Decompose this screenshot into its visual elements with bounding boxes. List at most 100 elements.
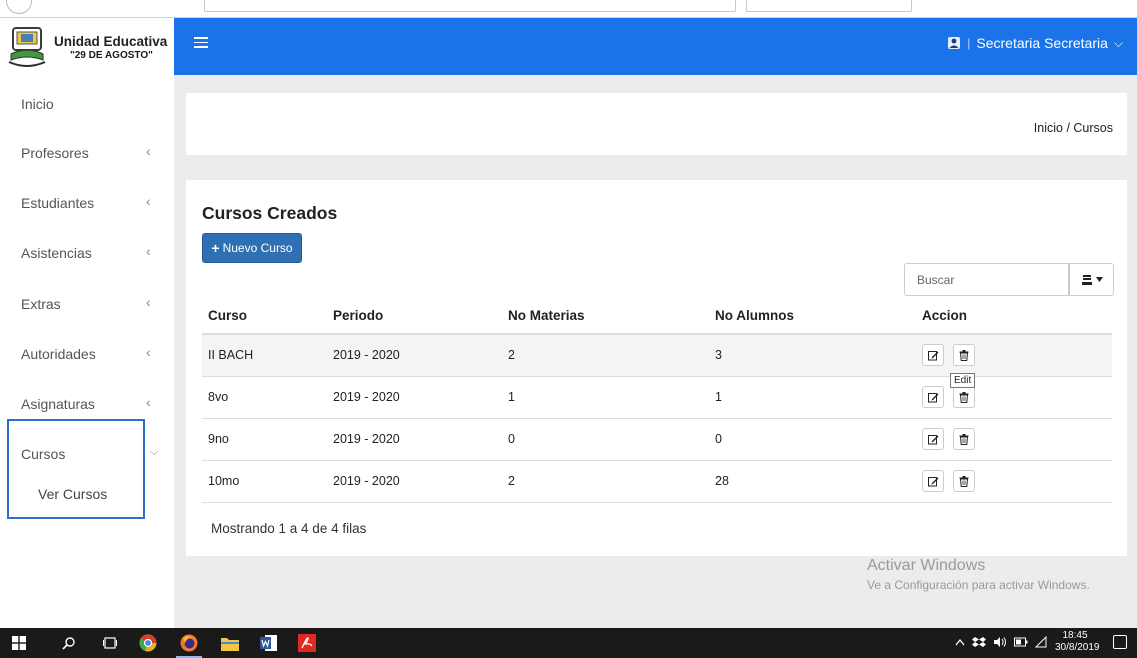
tray-expand-icon[interactable] <box>955 638 965 646</box>
table-row: 8vo 2019 - 2020 1 1 <box>202 376 1112 419</box>
chevron-down-icon: ⌵ <box>1113 35 1123 50</box>
cell-materias: 0 <box>502 418 709 461</box>
dropbox-icon[interactable] <box>972 636 986 648</box>
cell-periodo: 2019 - 2020 <box>327 376 502 419</box>
edit-button[interactable] <box>922 428 944 450</box>
edit-button[interactable] <box>922 344 944 367</box>
search-icon[interactable] <box>60 634 78 652</box>
columns-toggle-button[interactable] <box>1069 263 1114 296</box>
column-header-alumnos[interactable]: No Alumnos <box>709 298 916 335</box>
cell-curso: 9no <box>202 418 327 461</box>
courses-panel: Cursos Creados + Nuevo Curso Curso Perio… <box>186 180 1127 556</box>
network-icon[interactable] <box>1035 636 1047 648</box>
edit-icon <box>927 476 938 486</box>
windows-taskbar: 18:45 30/8/2019 <box>0 628 1137 658</box>
sidebar-subitem-label: Ver Cursos <box>38 486 108 502</box>
user-avatar-icon <box>948 37 961 49</box>
firefox-icon[interactable] <box>180 634 198 652</box>
sidebar-item-label: Asistencias <box>21 245 92 261</box>
battery-icon[interactable] <box>1014 637 1028 647</box>
sidebar-item-label: Extras <box>21 296 61 312</box>
column-header-materias[interactable]: No Materias <box>502 298 709 335</box>
sidebar-item-asignaturas[interactable]: Asignaturas ‹ <box>0 384 174 424</box>
windows-start-icon[interactable] <box>10 634 28 652</box>
sidebar-item-label: Inicio <box>21 96 54 112</box>
edit-icon <box>927 392 938 402</box>
sidebar-item-label: Profesores <box>21 145 89 161</box>
sidebar-subitem-ver-cursos[interactable]: Ver Cursos <box>0 474 174 514</box>
cell-materias: 2 <box>502 334 709 377</box>
watermark-subtitle: Ve a Configuración para activar Windows. <box>867 578 1090 592</box>
sidebar-item-estudiantes[interactable]: Estudiantes ‹ <box>0 183 174 223</box>
breadcrumb-panel: Inicio / Cursos <box>186 93 1127 155</box>
edit-icon <box>927 434 938 444</box>
volume-icon[interactable] <box>993 636 1007 648</box>
cell-periodo: 2019 - 2020 <box>327 418 502 461</box>
browser-address-bar[interactable] <box>204 0 736 12</box>
column-header-periodo[interactable]: Periodo <box>327 298 502 335</box>
delete-button[interactable] <box>953 470 976 492</box>
courses-table: Curso Periodo No Materias No Alumnos Acc… <box>202 298 1112 503</box>
cell-alumnos: 1 <box>709 376 916 419</box>
file-explorer-icon[interactable] <box>221 634 239 652</box>
delete-button[interactable] <box>953 344 976 367</box>
chevron-left-icon: ‹ <box>146 344 151 360</box>
clock-date: 30/8/2019 <box>1055 642 1100 653</box>
taskbar-clock[interactable]: 18:45 30/8/2019 <box>1055 630 1100 654</box>
table-row: II BACH 2019 - 2020 2 3 <box>202 334 1112 377</box>
notifications-icon[interactable] <box>1113 635 1127 649</box>
chevron-left-icon: ‹ <box>146 143 151 159</box>
column-header-curso[interactable]: Curso <box>202 298 327 335</box>
task-view-icon[interactable] <box>101 634 119 652</box>
page-title: Cursos Creados <box>202 203 338 223</box>
trash-icon <box>959 475 969 487</box>
cell-alumnos: 0 <box>709 418 916 461</box>
columns-icon <box>1081 274 1092 285</box>
table-row: 10mo 2019 - 2020 2 28 <box>202 460 1112 503</box>
brand-logo[interactable]: Unidad Educativa "29 DE AGOSTO" <box>4 24 172 72</box>
sidebar-item-autoridades[interactable]: Autoridades ‹ <box>0 334 174 374</box>
breadcrumb[interactable]: Inicio / Cursos <box>1034 121 1113 135</box>
sidebar-item-extras[interactable]: Extras ‹ <box>0 284 174 324</box>
pagination-info: Mostrando 1 a 4 de 4 filas <box>211 521 367 536</box>
user-menu-separator: | <box>967 36 971 50</box>
chevron-left-icon: ‹ <box>146 243 151 259</box>
chevron-left-icon: ‹ <box>146 193 151 209</box>
delete-button[interactable] <box>953 386 976 408</box>
system-tray <box>955 636 1047 648</box>
user-menu[interactable]: | Secretaria Secretaria ⌵ <box>947 35 1123 51</box>
edit-button[interactable] <box>922 470 944 492</box>
brand-title: Unidad Educativa <box>54 34 168 49</box>
chrome-icon[interactable] <box>139 634 157 652</box>
sidebar-item-label: Cursos <box>21 446 66 462</box>
sidebar-item-asistencias[interactable]: Asistencias ‹ <box>0 233 174 273</box>
sidebar-item-cursos[interactable]: Cursos ⌵ <box>0 434 174 474</box>
browser-back-icon[interactable] <box>6 0 32 14</box>
cell-curso: 10mo <box>202 460 327 503</box>
new-course-button[interactable]: + Nuevo Curso <box>202 233 302 263</box>
plus-icon: + <box>211 240 220 256</box>
delete-button[interactable] <box>953 428 976 450</box>
watermark-title: Activar Windows <box>867 557 986 574</box>
sidebar: Unidad Educativa "29 DE AGOSTO" Inicio P… <box>0 18 174 628</box>
cell-alumnos: 28 <box>709 460 916 503</box>
cell-periodo: 2019 - 2020 <box>327 460 502 503</box>
edit-button[interactable] <box>922 386 944 408</box>
menu-toggle-icon[interactable] <box>194 37 208 49</box>
new-course-button-label: Nuevo Curso <box>222 241 293 255</box>
cell-actions <box>916 460 1112 503</box>
user-name: Secretaria Secretaria <box>976 35 1108 51</box>
cell-alumnos: 3 <box>709 334 916 377</box>
chevron-left-icon: ‹ <box>146 294 151 310</box>
sidebar-item-inicio[interactable]: Inicio <box>0 84 174 124</box>
cell-curso: II BACH <box>202 334 327 377</box>
cell-curso: 8vo <box>202 376 327 419</box>
acrobat-icon[interactable] <box>298 634 316 652</box>
sidebar-item-profesores[interactable]: Profesores ‹ <box>0 133 174 173</box>
trash-icon <box>959 349 969 361</box>
browser-search-bar[interactable] <box>746 0 912 12</box>
clock-time: 18:45 <box>1062 630 1088 641</box>
school-crest-icon <box>8 27 46 67</box>
word-icon[interactable] <box>260 634 278 652</box>
search-input[interactable] <box>904 263 1069 296</box>
